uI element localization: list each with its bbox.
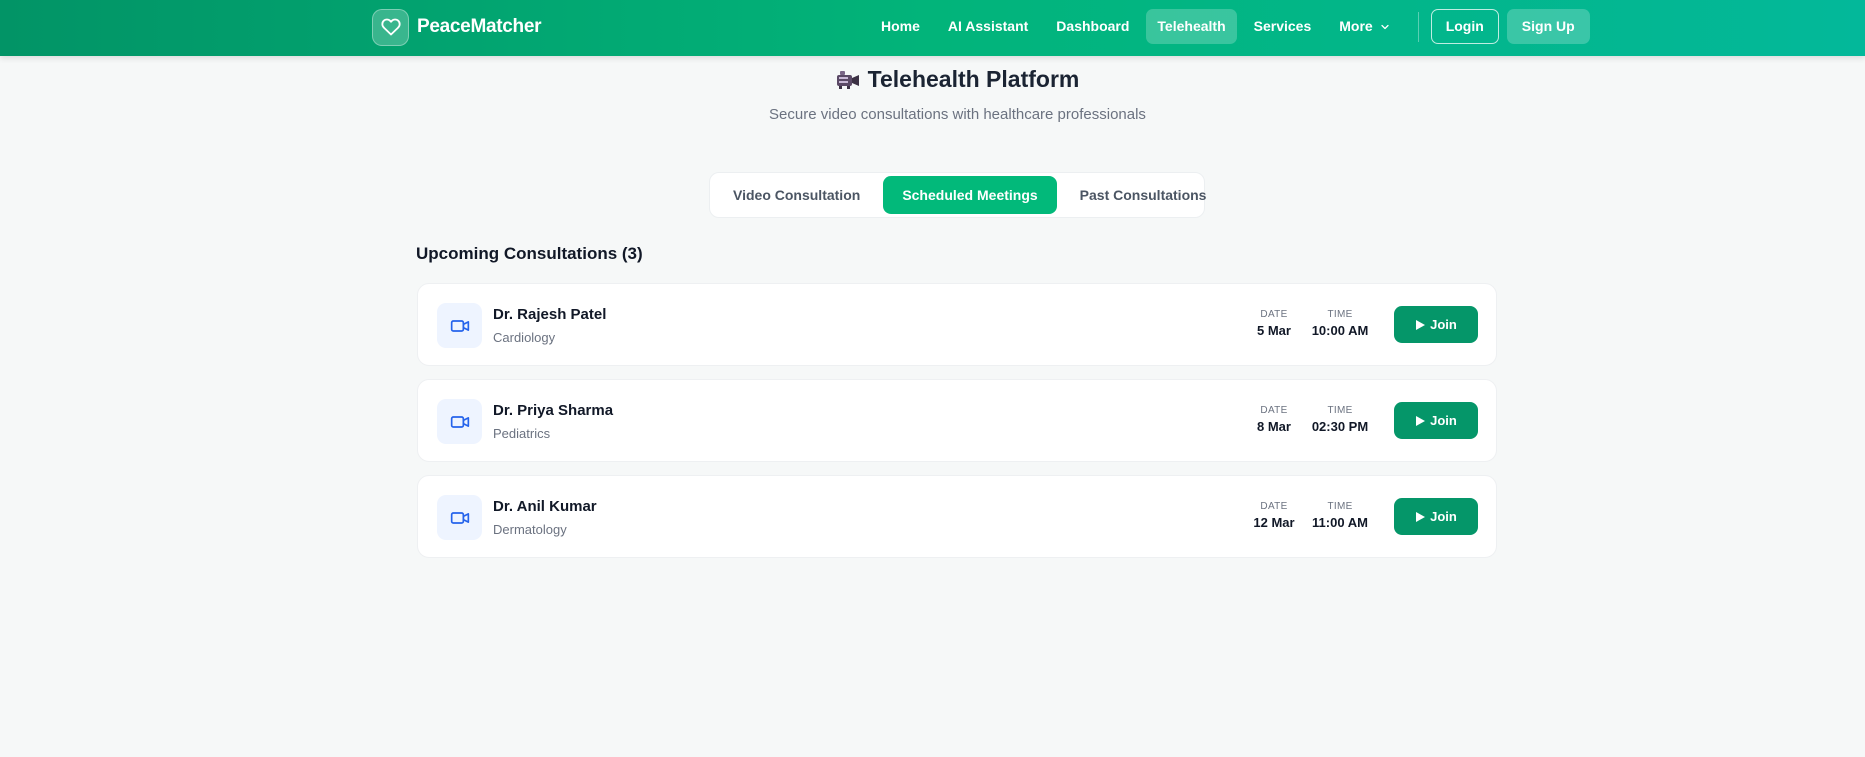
nav-divider xyxy=(1417,11,1419,42)
join-button[interactable]: Join xyxy=(1394,402,1478,439)
time-block: TIME 11:00 AM xyxy=(1301,501,1379,530)
time-label: TIME xyxy=(1327,309,1353,320)
date-block: DATE 12 Mar xyxy=(1249,501,1299,530)
join-label: Join xyxy=(1430,317,1457,332)
nav-link-dashboard[interactable]: Dashboard xyxy=(1045,9,1140,44)
brand-logo-link[interactable]: PeaceMatcher xyxy=(372,8,542,46)
date-label: DATE xyxy=(1260,405,1288,416)
time-value: 10:00 AM xyxy=(1311,323,1369,338)
date-value: 12 Mar xyxy=(1253,515,1295,530)
chevron-down-icon xyxy=(1381,24,1389,29)
time-block: TIME 02:30 PM xyxy=(1301,405,1379,434)
play-icon xyxy=(1416,319,1426,330)
date-label: DATE xyxy=(1260,501,1288,512)
login-button[interactable]: Login xyxy=(1430,9,1499,44)
tab-scheduled-meetings[interactable]: Scheduled Meetings xyxy=(883,176,1057,214)
nav-link-services[interactable]: Services xyxy=(1243,9,1323,44)
play-icon xyxy=(1416,511,1426,522)
join-button[interactable]: Join xyxy=(1394,306,1478,343)
time-value: 11:00 AM xyxy=(1312,515,1368,530)
doctor-specialty: Cardiology xyxy=(493,330,556,345)
time-label: TIME xyxy=(1327,501,1353,512)
time-value: 02:30 PM xyxy=(1311,419,1369,434)
consultation-card: Dr. Rajesh Patel Cardiology DATE 5 Mar T… xyxy=(417,283,1497,366)
date-block: DATE 5 Mar xyxy=(1249,309,1299,338)
time-label: TIME xyxy=(1327,405,1353,416)
consultation-card: Dr. Priya Sharma Pediatrics DATE 8 Mar T… xyxy=(417,379,1497,462)
doctor-specialty: Dermatology xyxy=(493,522,567,537)
tab-past-consultations[interactable]: Past Consultations xyxy=(1061,176,1226,214)
nav-link-home[interactable]: Home xyxy=(870,9,931,44)
time-block: TIME 10:00 AM xyxy=(1301,309,1379,338)
join-button[interactable]: Join xyxy=(1394,498,1478,535)
join-label: Join xyxy=(1430,413,1457,428)
doctor-name: Dr. Priya Sharma xyxy=(493,402,614,419)
heart-icon xyxy=(372,8,409,46)
date-block: DATE 8 Mar xyxy=(1249,405,1299,434)
video-camera-emoji-icon xyxy=(836,69,860,96)
brand-name: PeaceMatcher xyxy=(417,16,542,37)
nav-link-telehealth[interactable]: Telehealth xyxy=(1146,9,1237,44)
nav-menu: Home AI Assistant Dashboard Telehealth S… xyxy=(870,9,1590,44)
nav-more-dropdown[interactable]: More xyxy=(1328,9,1401,44)
consultation-card: Dr. Anil Kumar Dermatology DATE 12 Mar T… xyxy=(417,475,1497,558)
consultation-list: Dr. Rajesh Patel Cardiology DATE 5 Mar T… xyxy=(417,283,1497,571)
page-title: Telehealth Platform xyxy=(0,66,1865,96)
video-icon xyxy=(437,495,482,540)
section-title: Upcoming Consultations (3) xyxy=(416,244,643,263)
join-label: Join xyxy=(1430,509,1457,524)
signup-button[interactable]: Sign Up xyxy=(1506,9,1590,44)
video-icon xyxy=(437,303,482,348)
doctor-name: Dr. Rajesh Patel xyxy=(493,306,607,323)
date-value: 8 Mar xyxy=(1257,419,1291,434)
tab-video-consultation[interactable]: Video Consultation xyxy=(714,176,879,214)
page-subtitle: Secure video consultations with healthca… xyxy=(769,106,1146,123)
top-navbar: PeaceMatcher Home AI Assistant Dashboard… xyxy=(0,0,1865,56)
page-title-text: Telehealth Platform xyxy=(867,66,1080,92)
date-value: 5 Mar xyxy=(1257,323,1291,338)
video-icon xyxy=(437,399,482,444)
play-icon xyxy=(1416,415,1426,426)
consultation-tabs: Video Consultation Scheduled Meetings Pa… xyxy=(709,172,1206,218)
date-label: DATE xyxy=(1260,309,1288,320)
doctor-name: Dr. Anil Kumar xyxy=(493,498,597,515)
doctor-specialty: Pediatrics xyxy=(493,426,551,441)
nav-more-label: More xyxy=(1339,18,1373,34)
nav-link-ai-assistant[interactable]: AI Assistant xyxy=(937,9,1039,44)
